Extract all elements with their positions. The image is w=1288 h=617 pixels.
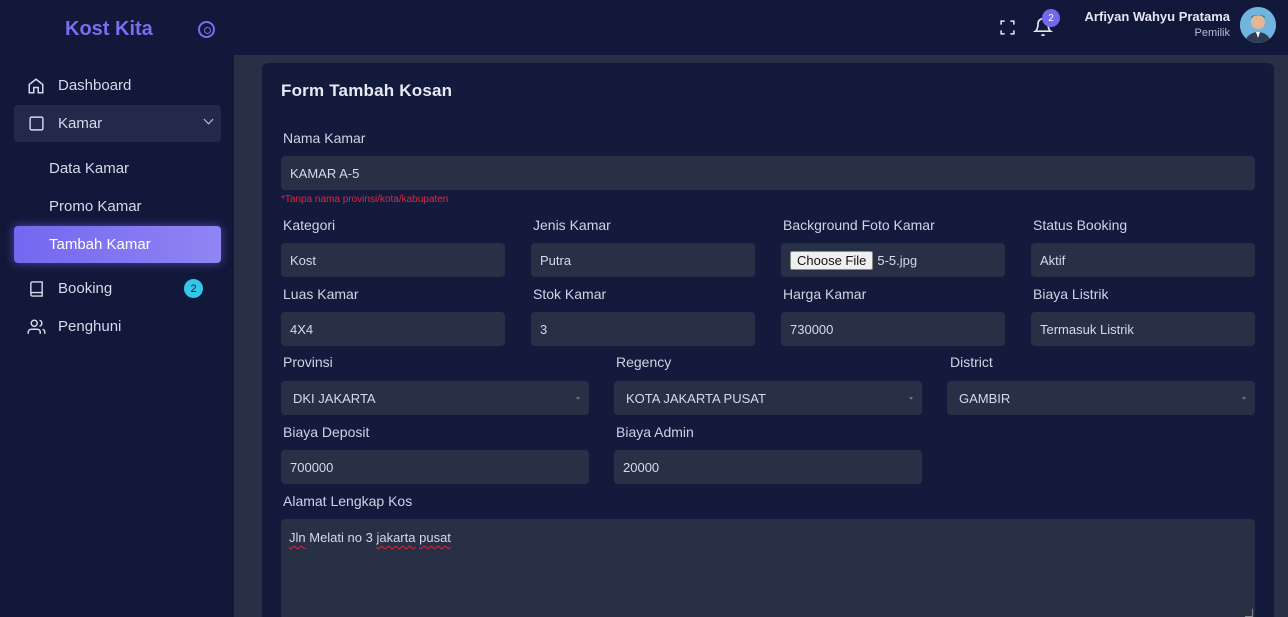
harga-kamar-input[interactable]: 730000 — [781, 312, 1005, 346]
district-selected-value: GAMBIR — [959, 390, 1011, 406]
alamat-text-part: jakarta — [376, 530, 416, 545]
luas-kamar-label: Luas Kamar — [283, 286, 359, 302]
biaya-listrik-input[interactable]: Termasuk Listrik — [1031, 312, 1255, 346]
square-icon — [26, 114, 46, 134]
provinsi-selected-value: DKI JAKARTA — [293, 390, 376, 406]
caret-down-icon — [1242, 397, 1246, 400]
alamat-text-part: Jln — [289, 530, 306, 545]
user-role: Pemilik — [1194, 27, 1230, 39]
regency-selected-value: KOTA JAKARTA PUSAT — [626, 390, 766, 406]
sidebar-item-label: Tambah Kamar — [49, 236, 151, 253]
sidebar: Kost Kita Dashboard Kamar Data Kamar Pro… — [0, 0, 234, 617]
background-foto-file-input[interactable]: Choose File 5-5.jpg — [781, 243, 1005, 277]
status-booking-input[interactable]: Aktif — [1031, 243, 1255, 277]
background-foto-label: Background Foto Kamar — [783, 217, 935, 233]
jenis-kamar-input[interactable]: Putra — [531, 243, 755, 277]
caret-down-icon — [909, 397, 913, 400]
book-icon — [26, 279, 46, 299]
district-label: District — [950, 354, 993, 370]
users-icon — [26, 317, 46, 337]
luas-kamar-input[interactable]: 4X4 — [281, 312, 505, 346]
sidebar-item-label: Data Kamar — [49, 160, 130, 177]
sidebar-item-dashboard[interactable]: Dashboard — [14, 67, 221, 104]
resize-handle[interactable] — [1245, 609, 1253, 617]
sidebar-item-label: Booking — [58, 280, 113, 297]
sidebar-item-label: Dashboard — [58, 77, 132, 94]
notification-count-badge: 2 — [1042, 9, 1060, 27]
avatar[interactable] — [1240, 7, 1276, 43]
sidebar-item-kamar[interactable]: Kamar — [14, 105, 221, 142]
top-navbar: 2 Arfiyan Wahyu Pratama Pemilik — [234, 0, 1288, 55]
district-select[interactable]: GAMBIR — [947, 381, 1255, 415]
regency-select[interactable]: KOTA JAKARTA PUSAT — [614, 381, 922, 415]
nama-kamar-label: Nama Kamar — [283, 130, 366, 146]
sidebar-item-data-kamar[interactable]: Data Kamar — [14, 150, 221, 187]
booking-count-badge: 2 — [184, 279, 203, 298]
alamat-text-part: Melati no 3 — [305, 530, 377, 545]
nama-kamar-hint: *Tanpa nama provinsi/kota/kabupaten — [281, 194, 449, 205]
alamat-text-part: pusat — [419, 530, 451, 545]
page-title: Form Tambah Kosan — [281, 81, 453, 100]
home-icon — [26, 76, 46, 96]
biaya-admin-input[interactable]: 20000 — [614, 450, 922, 484]
nama-kamar-input[interactable]: KAMAR A-5 — [281, 156, 1255, 190]
regency-label: Regency — [616, 354, 672, 370]
brand-logo[interactable]: Kost Kita — [65, 18, 153, 41]
stok-kamar-label: Stok Kamar — [533, 286, 607, 302]
sidebar-item-label: Penghuni — [58, 318, 122, 335]
form-card: Form Tambah Kosan Nama Kamar KAMAR A-5 *… — [262, 63, 1274, 617]
sidebar-item-booking[interactable]: Booking 2 — [14, 270, 221, 307]
caret-down-icon — [576, 397, 580, 400]
provinsi-select[interactable]: DKI JAKARTA — [281, 381, 589, 415]
biaya-deposit-label: Biaya Deposit — [283, 424, 370, 440]
harga-kamar-label: Harga Kamar — [783, 286, 867, 302]
fullscreen-icon[interactable] — [999, 19, 1016, 36]
kategori-label: Kategori — [283, 217, 336, 233]
sidebar-item-tambah-kamar[interactable]: Tambah Kamar — [14, 226, 221, 263]
sidebar-item-label: Promo Kamar — [49, 198, 142, 215]
choose-file-button[interactable]: Choose File — [790, 250, 874, 270]
alamat-label: Alamat Lengkap Kos — [283, 493, 413, 509]
alamat-textarea[interactable]: Jln Melati no 3 jakarta pusat — [281, 519, 1255, 617]
biaya-deposit-input[interactable]: 700000 — [281, 450, 589, 484]
sidebar-item-penghuni[interactable]: Penghuni — [14, 308, 221, 345]
biaya-admin-label: Biaya Admin — [616, 424, 694, 440]
kategori-input[interactable]: Kost — [281, 243, 505, 277]
sidebar-toggle-icon[interactable] — [198, 21, 215, 38]
user-name[interactable]: Arfiyan Wahyu Pratama — [1085, 9, 1230, 24]
jenis-kamar-label: Jenis Kamar — [533, 217, 611, 233]
status-booking-label: Status Booking — [1033, 217, 1128, 233]
file-name: 5-5.jpg — [877, 252, 918, 268]
biaya-listrik-label: Biaya Listrik — [1033, 286, 1109, 302]
sidebar-item-label: Kamar — [58, 115, 103, 132]
stok-kamar-input[interactable]: 3 — [531, 312, 755, 346]
provinsi-label: Provinsi — [283, 354, 333, 370]
sidebar-item-promo-kamar[interactable]: Promo Kamar — [14, 188, 221, 225]
chevron-down-icon — [203, 114, 214, 125]
